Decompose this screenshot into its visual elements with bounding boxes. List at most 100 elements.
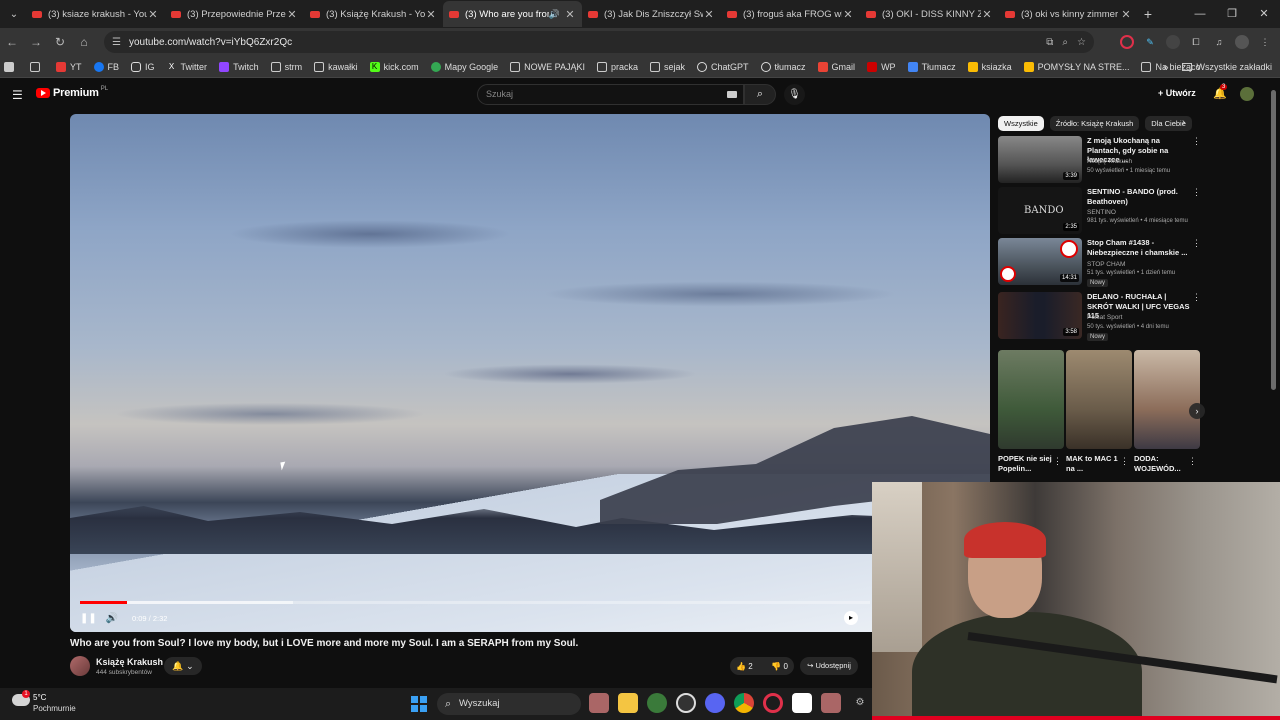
reload-icon[interactable]: ↻ <box>48 35 72 49</box>
bookmark-ig[interactable]: IG <box>131 61 155 72</box>
browser-tab-active[interactable]: (3) Who are you from 🔊 ✕ <box>443 1 582 27</box>
bookmark-yt[interactable]: YT <box>56 61 82 72</box>
address-bar[interactable]: ☰ youtube.com/watch?v=iYbQ6Zxr2Qc ⧉ ⌕ ☆ <box>104 31 1094 53</box>
bookmark-kick[interactable]: Kkick.com <box>369 61 419 72</box>
site-info-icon[interactable]: ☰ <box>112 37 121 48</box>
browser-tab[interactable]: (3) Przepowiednie Prześw...✕ <box>165 1 304 27</box>
bookmark-folder-strm[interactable]: strm <box>270 61 302 72</box>
subscribed-notifications-button[interactable]: 🔔 ⌄ <box>164 657 202 675</box>
chrome-icon[interactable] <box>734 693 754 713</box>
minimize-icon[interactable]: — <box>1184 0 1216 28</box>
translate-extension-icon[interactable]: ✎ <box>1143 35 1157 49</box>
obs-icon[interactable] <box>676 693 696 713</box>
more-options-icon[interactable]: ⋮ <box>1192 238 1201 249</box>
channel-avatar[interactable] <box>70 656 90 676</box>
shorts-next-icon[interactable]: › <box>1189 403 1205 419</box>
bookmark-star-icon[interactable]: ☆ <box>1077 37 1086 48</box>
pause-icon[interactable]: ❚❚ <box>80 613 97 624</box>
bookmark-ksiazka[interactable]: ksiazka <box>967 61 1012 72</box>
hamburger-menu-icon[interactable]: ☰ <box>12 88 23 102</box>
like-button[interactable]: 👍 2 <box>736 662 753 671</box>
video-progress-bar[interactable] <box>80 601 870 604</box>
notifications-button[interactable]: 🔔 3 <box>1213 84 1228 100</box>
speaker-icon[interactable]: 🔊 <box>549 9 560 20</box>
video-thumbnail[interactable]: 14:31 <box>998 238 1082 285</box>
bookmark-chatgpt[interactable]: ChatGPT <box>697 61 749 72</box>
chip-source[interactable]: Źródło: Książę Krakush <box>1049 115 1140 131</box>
video-thumbnail[interactable]: 3:58 <box>998 292 1082 339</box>
notion-icon[interactable] <box>792 693 812 713</box>
more-options-icon[interactable]: ⋮ <box>1192 187 1201 198</box>
dislike-button[interactable]: 👎 0 <box>771 662 788 671</box>
profile-avatar-icon[interactable] <box>1235 35 1249 49</box>
opera-extension-icon[interactable] <box>1120 35 1134 49</box>
tab-search-chevron-icon[interactable]: ⌄ <box>2 3 26 25</box>
bookmark-wp[interactable]: WP <box>867 61 896 72</box>
keyboard-icon[interactable] <box>727 91 737 98</box>
search-button[interactable]: ⌕ <box>744 84 776 105</box>
forward-icon[interactable]: → <box>24 35 48 49</box>
short-title[interactable]: POPEK nie siej Popelin... <box>998 454 1054 473</box>
bookmark-folder-nowe-pajaki[interactable]: NOWE PAJĄKI <box>510 61 585 72</box>
settings-gear-icon[interactable]: ⚙ <box>850 693 870 713</box>
chevron-right-icon[interactable]: › <box>1182 117 1185 128</box>
close-tab-icon[interactable]: ✕ <box>842 8 854 21</box>
photo-app-icon[interactable] <box>589 693 609 713</box>
recommended-video[interactable]: 3:39 Z moją Ukochaną na Plantach, gdy so… <box>998 136 1201 184</box>
video-thumbnail[interactable]: BANDO 2:35 <box>998 187 1082 234</box>
short-title[interactable]: MAK to MAC 1 na ... <box>1066 454 1122 473</box>
discord-icon[interactable] <box>705 693 725 713</box>
volume-icon[interactable]: 🔊 <box>104 613 120 624</box>
browser-tab[interactable]: (3) oki vs kinny zimmer - ✕ <box>999 1 1138 27</box>
opera-icon[interactable] <box>763 693 783 713</box>
bookmark-twitter[interactable]: X Twitter <box>167 62 207 72</box>
restore-icon[interactable]: ❐ <box>1216 0 1248 28</box>
weather-temperature[interactable]: 5°C <box>33 693 46 702</box>
browser-menu-icon[interactable]: ⋮ <box>1258 35 1272 49</box>
browser-tab[interactable]: (3) Książę Krakush - YouTube✕ <box>304 1 443 27</box>
short-title[interactable]: DODA: WOJEWÓD... <box>1134 454 1190 473</box>
voice-search-button[interactable]: 🎙 <box>784 84 805 105</box>
bookmark-pomysly[interactable]: POMYSŁY NA STRE... <box>1023 61 1129 72</box>
zoom-icon[interactable]: ⌕ <box>1062 37 1068 48</box>
share-button[interactable]: ↪ Udostępnij <box>800 657 858 675</box>
video-thumbnail[interactable]: 3:39 <box>998 136 1082 183</box>
more-options-icon[interactable]: ⋮ <box>1192 292 1201 303</box>
short-thumbnail[interactable] <box>1134 350 1200 449</box>
browser-tab[interactable]: (3) froguś aka FROG wbije...✕ <box>721 1 860 27</box>
home-icon[interactable]: ⌂ <box>72 35 96 49</box>
more-options-icon[interactable]: ⋮ <box>1188 456 1197 467</box>
browser-tab[interactable]: (3) ksiaze krakush - YouTube✕ <box>26 1 165 27</box>
photo-app-2-icon[interactable] <box>821 693 841 713</box>
bookmark-folder-pracka[interactable]: pracka <box>596 61 638 72</box>
channel-name[interactable]: Książę Krakush <box>96 657 163 667</box>
close-tab-icon[interactable]: ✕ <box>564 8 576 21</box>
file-explorer-icon[interactable] <box>618 693 638 713</box>
short-thumbnail[interactable] <box>998 350 1064 449</box>
recommended-video[interactable]: 3:58 DELANO - RUCHAŁA | SKRÓT WALKI | UF… <box>998 292 1201 341</box>
search-input[interactable]: Szukaj <box>477 84 744 105</box>
more-options-icon[interactable]: ⋮ <box>1120 456 1129 467</box>
account-avatar[interactable] <box>1240 87 1254 101</box>
more-bookmarks-icon[interactable]: » <box>1163 62 1168 72</box>
close-tab-icon[interactable]: ✕ <box>703 8 715 21</box>
close-tab-icon[interactable]: ✕ <box>286 8 298 21</box>
extensions-puzzle-icon[interactable]: ⧠ <box>1189 35 1203 49</box>
chip-all[interactable]: Wszystkie <box>998 115 1044 131</box>
bookmark-fb[interactable]: FB <box>93 61 119 72</box>
bookmark-maps[interactable]: Mapy Google <box>430 61 498 72</box>
recommended-video[interactable]: BANDO 2:35 SENTINO - BANDO (prod. Beatho… <box>998 187 1201 235</box>
create-button[interactable]: + Utwórz <box>1158 88 1196 98</box>
weather-description[interactable]: Pochmurnie <box>33 704 76 713</box>
bookmark-folder-kawalki[interactable]: kawałki <box>314 61 358 72</box>
media-control-icon[interactable]: ♫ <box>1212 35 1226 49</box>
back-icon[interactable]: ← <box>0 35 24 49</box>
new-tab-icon[interactable]: + <box>1138 6 1158 22</box>
close-tab-icon[interactable]: ✕ <box>1120 8 1132 21</box>
video-player[interactable] <box>70 114 990 632</box>
recommended-video[interactable]: 14:31 Stop Cham #1438 - Niebezpieczne i … <box>998 238 1201 287</box>
extension-icon[interactable] <box>1166 35 1180 49</box>
youtube-logo[interactable]: Premium PL <box>36 86 108 99</box>
browser-tab[interactable]: (3) OKI - DISS KINNY ZIMA...✕ <box>860 1 999 27</box>
more-options-icon[interactable]: ⋮ <box>1053 456 1062 467</box>
